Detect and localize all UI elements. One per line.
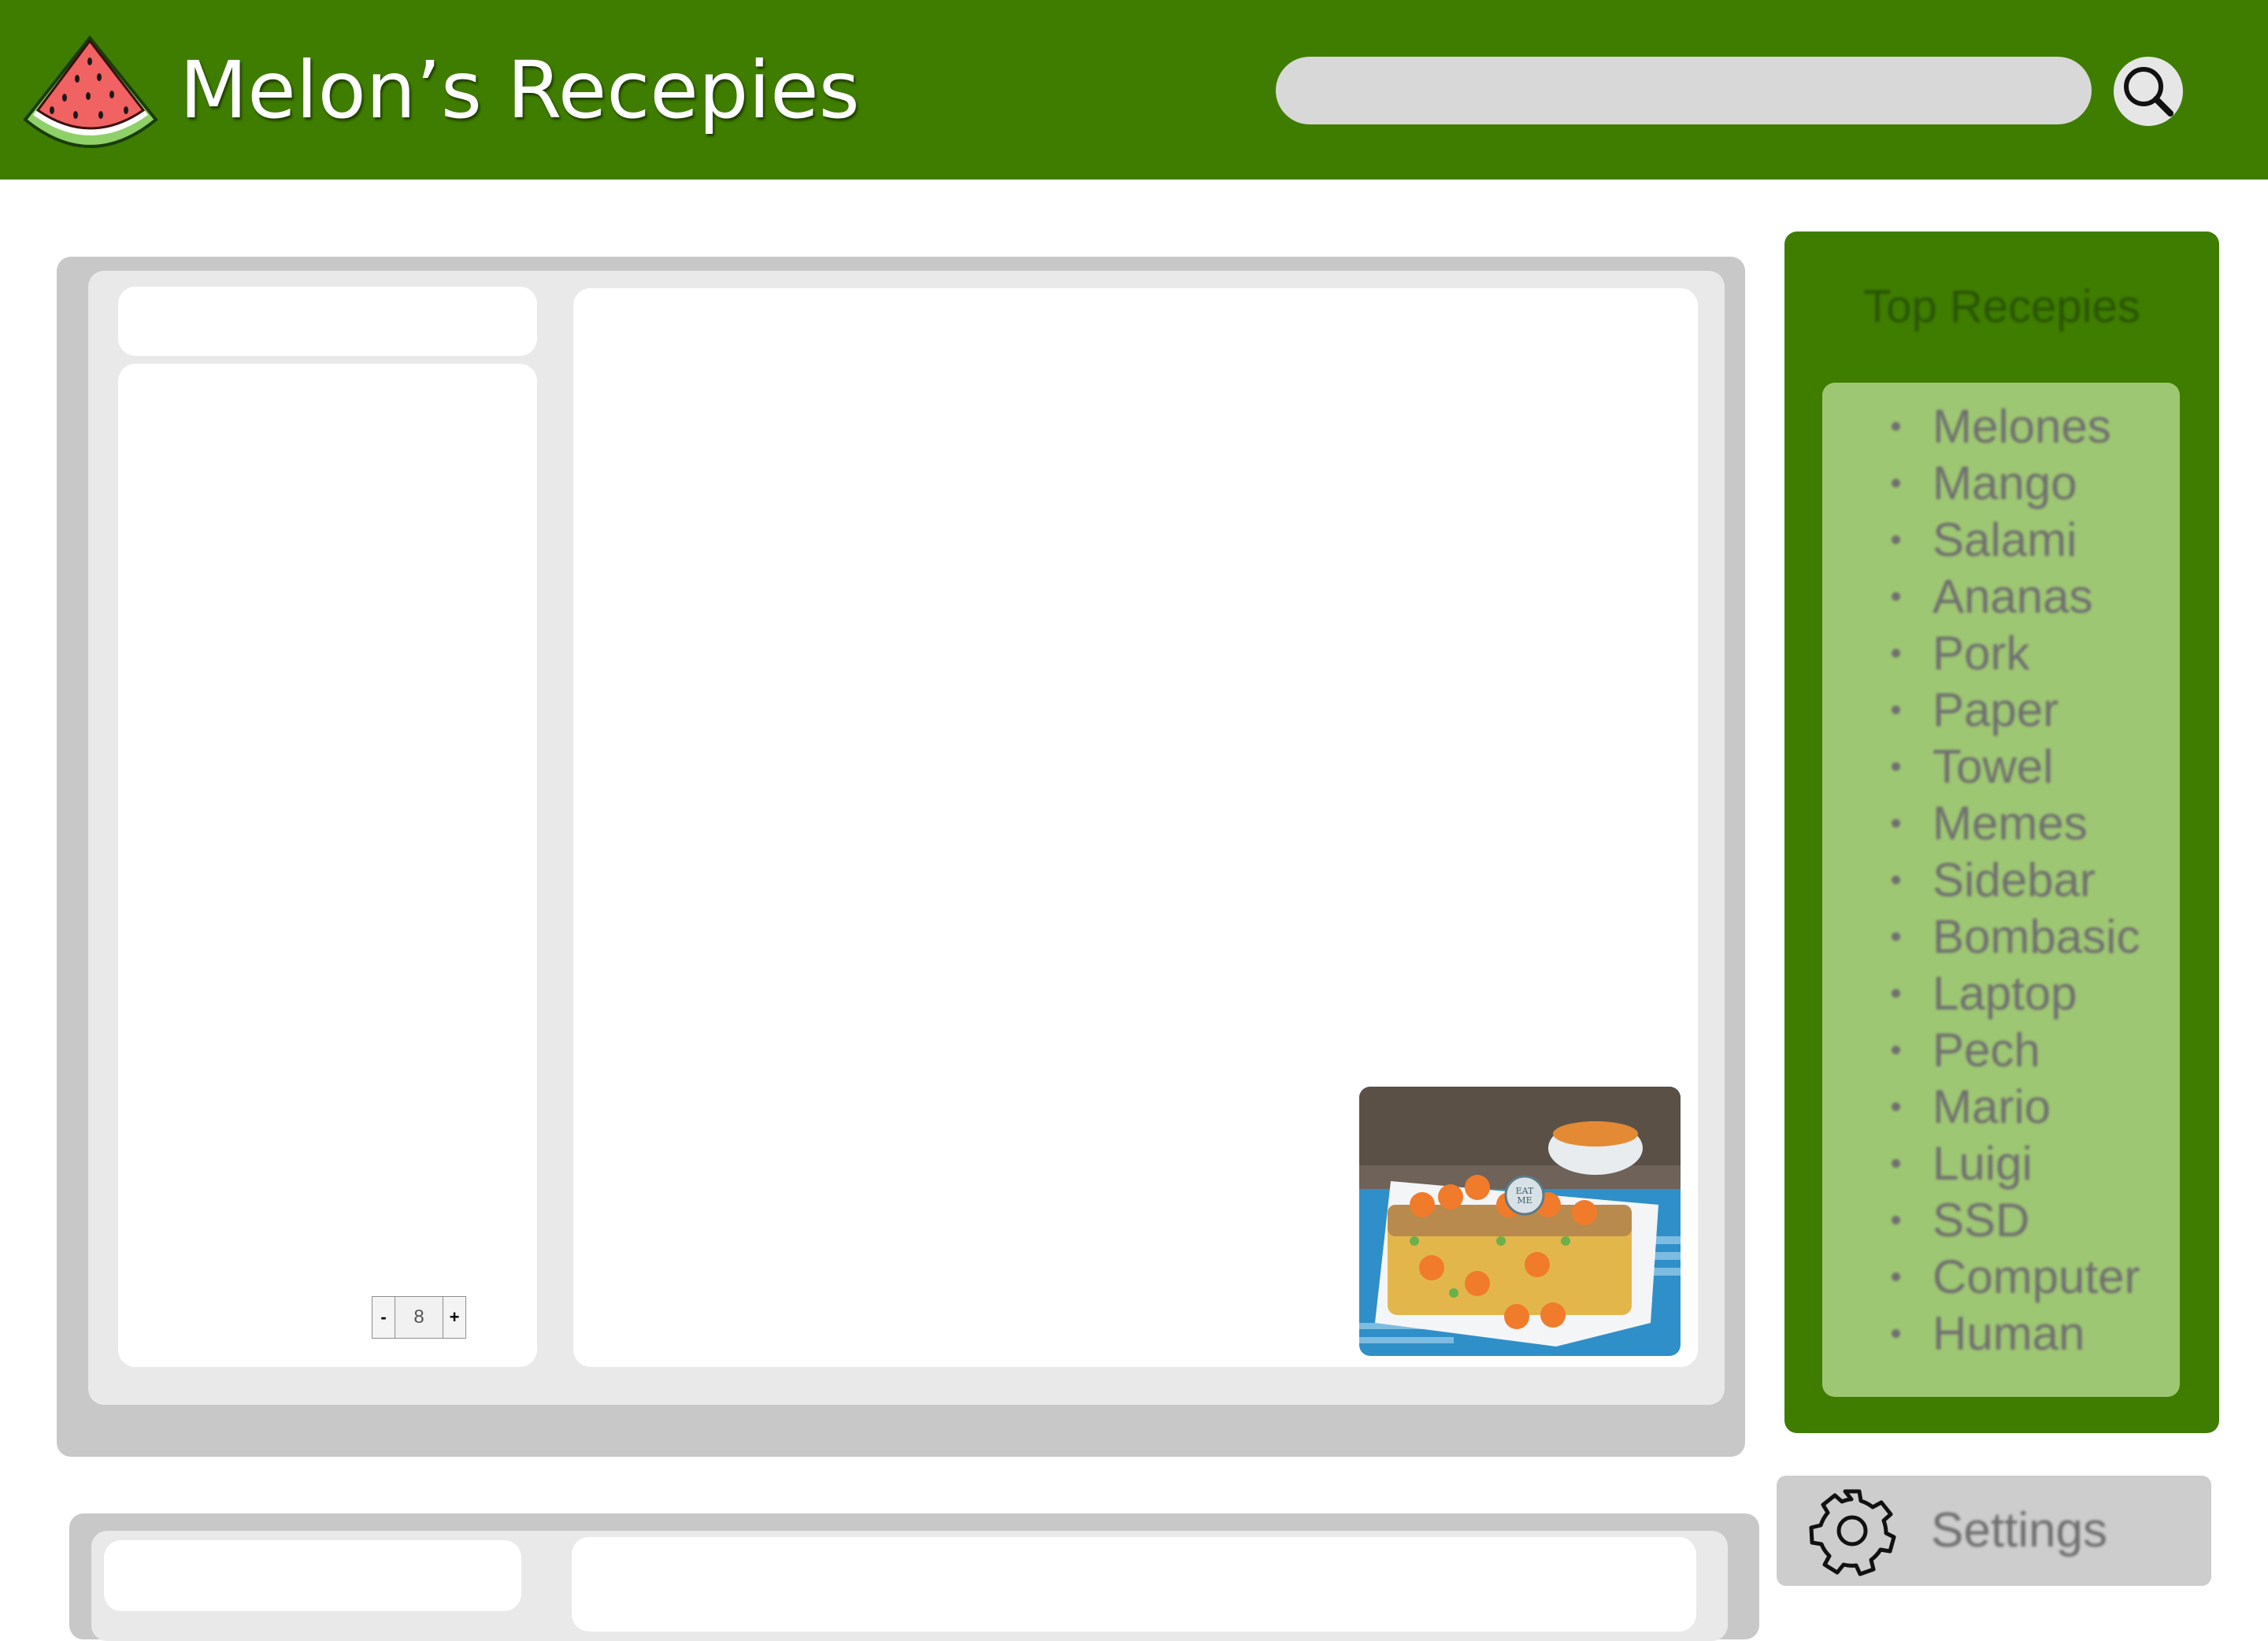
recipe-ingredients-panel <box>118 364 537 1367</box>
bullet-icon <box>1892 535 1900 544</box>
bullet-icon <box>1892 876 1900 884</box>
top-recipe-item-human[interactable]: Human <box>1822 1306 2180 1362</box>
top-recipe-item-mango[interactable]: Mango <box>1822 455 2180 512</box>
top-recipe-item-towel[interactable]: Towel <box>1822 739 2180 795</box>
settings-label: Settings <box>1931 1503 2108 1558</box>
bullet-icon <box>1892 479 1900 487</box>
recipe-instructions-panel <box>572 1537 1696 1632</box>
top-recipe-item-pech[interactable]: Pech <box>1822 1022 2180 1079</box>
bullet-icon <box>1892 649 1900 658</box>
top-recipe-item-computer[interactable]: Computer <box>1822 1249 2180 1306</box>
bullet-icon <box>1892 1159 1900 1168</box>
top-recipes-list-box: Melones Mango Salami Ananas Pork Paper T… <box>1822 383 2180 1397</box>
settings-button[interactable]: Settings <box>1777 1476 2211 1586</box>
top-recipe-item-sidebar[interactable]: Sidebar <box>1822 852 2180 909</box>
top-recipes-list: Melones Mango Salami Ananas Pork Paper T… <box>1822 383 2180 1362</box>
gear-icon <box>1809 1489 1896 1576</box>
top-recipe-item-bombasic[interactable]: Bombasic <box>1822 909 2180 965</box>
photo-sign-text: EAT ME <box>1516 1186 1534 1206</box>
top-recipe-item-pork[interactable]: Pork <box>1822 625 2180 682</box>
bullet-icon <box>1892 819 1900 828</box>
servings-stepper[interactable]: - 8 + <box>372 1296 466 1339</box>
bullet-icon <box>1892 1102 1900 1111</box>
bullet-icon <box>1892 1272 1900 1281</box>
search-button[interactable] <box>2114 57 2183 126</box>
bullet-icon <box>1892 762 1900 771</box>
bullet-icon <box>1892 989 1900 998</box>
app-header: Melon’s Recepies <box>0 0 2268 180</box>
servings-value[interactable]: 8 <box>395 1297 443 1338</box>
bullet-icon <box>1892 1329 1900 1338</box>
top-recipes-title: Top Recepies <box>1863 281 2140 332</box>
search-input[interactable] <box>1276 57 2092 124</box>
top-recipe-item-mario[interactable]: Mario <box>1822 1079 2180 1135</box>
bullet-icon <box>1892 1046 1900 1054</box>
app-title: Melon’s Recepies <box>180 44 860 136</box>
top-recipe-item-memes[interactable]: Memes <box>1822 795 2180 852</box>
servings-increment-button[interactable]: + <box>443 1297 465 1338</box>
top-recipe-item-salami[interactable]: Salami <box>1822 512 2180 569</box>
top-recipe-item-melones[interactable]: Melones <box>1822 398 2180 455</box>
bullet-icon <box>1892 932 1900 941</box>
top-recipe-item-laptop[interactable]: Laptop <box>1822 965 2180 1022</box>
bullet-icon <box>1892 422 1900 431</box>
top-recipe-item-paper[interactable]: Paper <box>1822 682 2180 739</box>
servings-decrement-button[interactable]: - <box>372 1297 395 1338</box>
watermelon-logo-icon[interactable] <box>20 31 161 148</box>
top-recipe-item-ssd[interactable]: SSD <box>1822 1192 2180 1249</box>
recipe-title-panel[interactable] <box>118 287 537 356</box>
top-recipe-item-ananas[interactable]: Ananas <box>1822 569 2180 625</box>
recipe-photo[interactable]: EAT ME <box>1359 1087 1681 1356</box>
bullet-icon <box>1892 1216 1900 1224</box>
bullet-icon <box>1892 592 1900 601</box>
top-recipe-item-luigi[interactable]: Luigi <box>1822 1135 2180 1192</box>
search-icon <box>2124 67 2174 117</box>
recipe-title-panel[interactable] <box>104 1540 521 1611</box>
bullet-icon <box>1892 706 1900 714</box>
